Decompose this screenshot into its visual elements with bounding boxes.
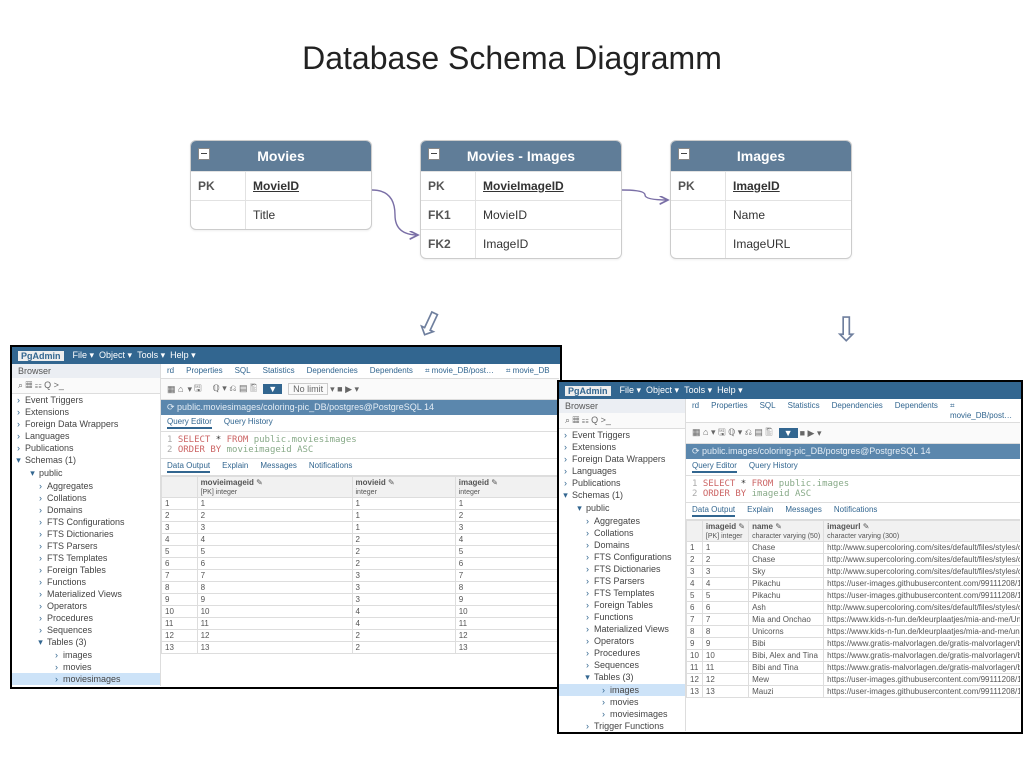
content-tab[interactable]: ⌗ movie_DB/post…	[950, 401, 1012, 420]
query-path: ⟳ public.images/coloring-pic_DB/postgres…	[686, 444, 1020, 459]
table-row[interactable]: 44Pikachuhttps://user-images.githubuserc…	[687, 578, 1021, 590]
result-grid[interactable]: imageid ✎[PK] integername ✎character var…	[686, 520, 1020, 698]
table-row[interactable]: 1111Bibi and Tinahttps://www.gratis-malv…	[687, 662, 1021, 674]
menu-help[interactable]: Help ▾	[717, 385, 743, 396]
tab-messages[interactable]: Messages	[260, 461, 296, 473]
table-row[interactable]: 66Ashhttp://www.supercoloring.com/sites/…	[687, 602, 1021, 614]
table-row[interactable]: 2212	[162, 510, 559, 522]
tab-query-history[interactable]: Query History	[749, 461, 798, 473]
tab-query-editor[interactable]: Query Editor	[692, 461, 737, 473]
content-tab[interactable]: Statistics	[788, 401, 820, 420]
table-row[interactable]: 11Chasehttp://www.supercoloring.com/site…	[687, 542, 1021, 554]
content-tab[interactable]: Statistics	[263, 366, 295, 376]
entity-moviesimages: Movies - Images PKMovieImageID FK1MovieI…	[420, 140, 622, 259]
table-row[interactable]: 88Unicornshttps://www.kids-n-fun.de/kleu…	[687, 626, 1021, 638]
menu-file[interactable]: File ▾	[73, 350, 95, 361]
table-row[interactable]: 1111	[162, 498, 559, 510]
pgadmin-logo: PgAdmin	[565, 386, 611, 396]
table-row[interactable]: 55Pikachuhttps://user-images.githubuserc…	[687, 590, 1021, 602]
table-row[interactable]: 22Chasehttp://www.supercoloring.com/site…	[687, 554, 1021, 566]
content-tab[interactable]: SQL	[760, 401, 776, 420]
content-tab[interactable]: Dependents	[895, 401, 938, 420]
pgadmin-menubar: PgAdmin File ▾ Object ▾ Tools ▾ Help ▾	[12, 347, 560, 364]
content-tab[interactable]: rd	[167, 366, 174, 376]
table-row[interactable]: 1111411	[162, 618, 559, 630]
result-grid[interactable]: movieimageid ✎[PK] integermovieid ✎integ…	[161, 476, 559, 654]
table-row[interactable]: 99Bibihttps://www.gratis-malvorlagen.de/…	[687, 638, 1021, 650]
collapse-icon[interactable]	[428, 148, 440, 160]
tab-data-output[interactable]: Data Output	[692, 505, 735, 517]
menu-object[interactable]: Object ▾	[646, 385, 679, 396]
tab-messages[interactable]: Messages	[785, 505, 821, 517]
table-row[interactable]: 77Mia and Onchaohttps://www.kids-n-fun.d…	[687, 614, 1021, 626]
table-row[interactable]: 1313213	[162, 642, 559, 654]
table-row[interactable]: 4424	[162, 534, 559, 546]
collapse-icon[interactable]	[198, 148, 210, 160]
table-row[interactable]: 1212Mewhttps://user-images.githubusercon…	[687, 674, 1021, 686]
tab-query-editor[interactable]: Query Editor	[167, 417, 212, 429]
tab-explain[interactable]: Explain	[222, 461, 248, 473]
pgadmin-panel-images: PgAdmin File ▾ Object ▾ Tools ▾ Help ▾ B…	[557, 380, 1023, 734]
object-tree[interactable]: Browser ⌕ ▦ ☷ Q >_ ›Event Triggers›Exten…	[12, 364, 161, 686]
table-row[interactable]: 1010410	[162, 606, 559, 618]
query-toolbar[interactable]: ▦ ⌂ ▾ 🖫 ℚ ▾ ⎌ ▤ 🖺▼No limit ▾ ■ ▶ ▾	[161, 379, 559, 400]
page-title: Database Schema Diagramm	[0, 40, 1024, 77]
hand-arrow-icon: ⇩	[832, 310, 861, 350]
content-tab[interactable]: SQL	[235, 366, 251, 376]
menu-file[interactable]: File ▾	[620, 385, 642, 396]
table-row[interactable]: 1313Mauzihttps://user-images.githubuserc…	[687, 686, 1021, 698]
sql-editor[interactable]: 1 SELECT * FROM public.images 2 ORDER BY…	[686, 476, 1020, 503]
content-tab[interactable]: Dependents	[370, 366, 413, 376]
tab-explain[interactable]: Explain	[747, 505, 773, 517]
table-row[interactable]: 5525	[162, 546, 559, 558]
object-tree[interactable]: Browser ⌕ ▦ ☷ Q >_ ›Event Triggers›Exten…	[559, 399, 686, 731]
content-tab[interactable]: Properties	[711, 401, 747, 420]
filter-button[interactable]: ▼	[779, 428, 798, 438]
pgadmin-menubar: PgAdmin File ▾ Object ▾ Tools ▾ Help ▾	[559, 382, 1021, 399]
pgadmin-panel-moviesimages: PgAdmin File ▾ Object ▾ Tools ▾ Help ▾ B…	[10, 345, 562, 689]
tab-query-history[interactable]: Query History	[224, 417, 273, 429]
filter-button[interactable]: ▼	[263, 384, 282, 394]
content-tab[interactable]: ⌗ movie_DB	[506, 366, 550, 376]
content-tab[interactable]: Dependencies	[832, 401, 883, 420]
sql-editor[interactable]: 1 SELECT * FROM public.moviesimages 2 OR…	[161, 432, 559, 459]
content-tab[interactable]: rd	[692, 401, 699, 420]
tab-notifications[interactable]: Notifications	[834, 505, 878, 517]
table-row[interactable]: 1212212	[162, 630, 559, 642]
content-tab[interactable]: Dependencies	[307, 366, 358, 376]
pgadmin-logo: PgAdmin	[18, 351, 64, 361]
menu-help[interactable]: Help ▾	[170, 350, 196, 361]
menu-tools[interactable]: Tools ▾	[684, 385, 712, 396]
hand-arrow-icon: ⇩	[408, 301, 451, 349]
content-tab[interactable]: ⌗ movie_DB/post…	[425, 366, 494, 376]
tab-data-output[interactable]: Data Output	[167, 461, 210, 473]
collapse-icon[interactable]	[678, 148, 690, 160]
menu-object[interactable]: Object ▾	[99, 350, 132, 361]
table-row[interactable]: 3313	[162, 522, 559, 534]
content-tab[interactable]: Properties	[186, 366, 222, 376]
table-row[interactable]: 33Skyhttp://www.supercoloring.com/sites/…	[687, 566, 1021, 578]
menu-tools[interactable]: Tools ▾	[137, 350, 165, 361]
table-row[interactable]: 6626	[162, 558, 559, 570]
entity-images: Images PKImageID Name ImageURL	[670, 140, 852, 259]
table-row[interactable]: 1010Bibi, Alex and Tinahttps://www.grati…	[687, 650, 1021, 662]
query-toolbar[interactable]: ▦ ⌂ ▾ 🖫 ℚ ▾ ⎌ ▤ 🖺▼ ■ ▶ ▾	[686, 423, 1020, 444]
table-row[interactable]: 9939	[162, 594, 559, 606]
table-row[interactable]: 8838	[162, 582, 559, 594]
entity-movies: Movies PKMovieID Title	[190, 140, 372, 230]
tab-notifications[interactable]: Notifications	[309, 461, 353, 473]
table-row[interactable]: 7737	[162, 570, 559, 582]
query-path: ⟳ public.moviesimages/coloring-pic_DB/po…	[161, 400, 559, 415]
